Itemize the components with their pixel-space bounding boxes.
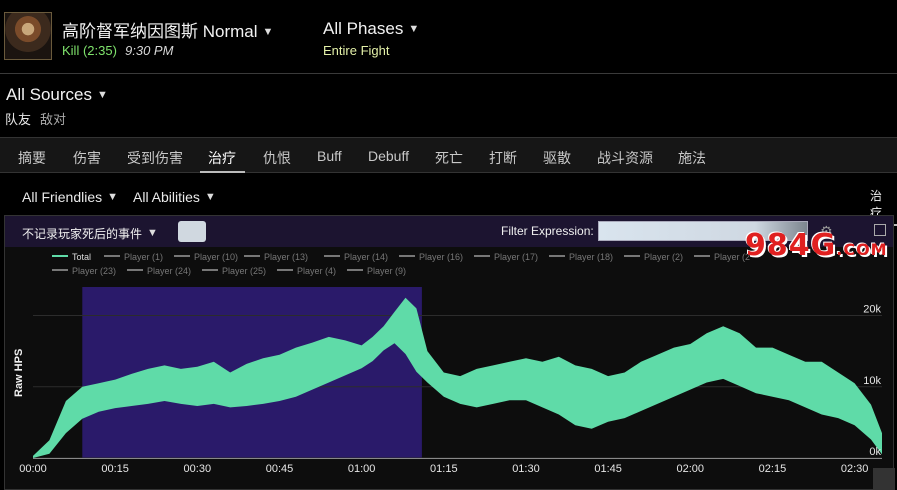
x-tick-label: 00:45 [266,463,294,475]
watermark-suffix: .COM [836,240,888,259]
y-tick-label: 10k [863,375,881,387]
x-tick-label: 02:00 [677,463,705,475]
y-tick-label: 0k [869,446,881,458]
y-tick-label: 20k [863,304,881,316]
y-axis-label: Raw HPS [13,349,25,397]
watermark-main: 984G [745,228,837,263]
x-tick-label: 02:15 [759,463,787,475]
x-tick-labels: 00:00 00:15 00:30 00:45 01:00 01:15 01:30 01:45… [19,463,868,475]
x-tick-label: 01:15 [430,463,458,475]
x-tick-label: 01:30 [512,463,540,475]
scrollbar-thumb[interactable] [873,468,895,490]
x-tick-label: 00:15 [101,463,129,475]
x-tick-label: 01:00 [348,463,376,475]
x-tick-label: 01:45 [594,463,622,475]
x-tick-label: 02:30 [841,463,869,475]
x-tick-label: 00:00 [19,463,47,475]
site-watermark: 984G.COM [745,228,888,263]
x-tick-label: 00:30 [184,463,212,475]
